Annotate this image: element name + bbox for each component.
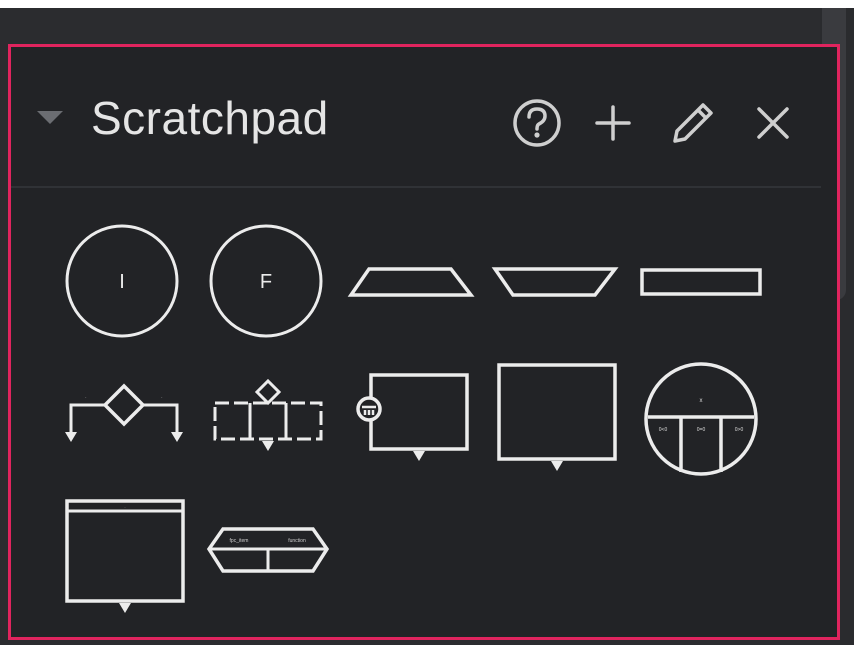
compare-top-label: x bbox=[700, 398, 703, 404]
scratchpad-panel: Scratchpad I F - - x 0<0 0=0 0>0 - fpc_i… bbox=[8, 44, 840, 640]
final-state-circle[interactable]: F bbox=[207, 222, 325, 345]
titled-container-shape[interactable]: - bbox=[63, 497, 187, 620]
trapezoid-shape[interactable] bbox=[347, 265, 477, 304]
top-strip bbox=[0, 0, 854, 8]
svg-text:-: - bbox=[125, 505, 126, 509]
inverted-trapezoid-shape[interactable] bbox=[491, 265, 621, 304]
start-component-box[interactable] bbox=[355, 371, 471, 468]
initial-circle-label: I bbox=[119, 271, 125, 293]
large-box-shape[interactable] bbox=[495, 361, 619, 476]
compare-middle-label: 0=0 bbox=[697, 427, 706, 433]
close-icon[interactable] bbox=[745, 95, 801, 151]
split-hexagon-shape[interactable]: fpc_item function bbox=[205, 525, 331, 588]
three-way-compare-circle[interactable]: x 0<0 0=0 0>0 bbox=[641, 361, 761, 482]
help-icon[interactable] bbox=[509, 95, 565, 151]
final-circle-label: F bbox=[260, 271, 272, 293]
collapse-arrow-icon[interactable] bbox=[35, 107, 65, 127]
bottom-strip bbox=[0, 645, 854, 655]
svg-text:-: - bbox=[161, 394, 163, 399]
panel-title: Scratchpad bbox=[91, 92, 329, 144]
decision-branch-shape[interactable]: - - bbox=[63, 382, 185, 451]
edit-icon[interactable] bbox=[665, 95, 721, 151]
initial-state-circle[interactable]: I bbox=[63, 222, 181, 345]
hexagon-left-label: fpc_item bbox=[230, 538, 249, 544]
add-icon[interactable] bbox=[585, 95, 641, 151]
switch-case-shape[interactable] bbox=[209, 377, 327, 462]
scratchpad-header: Scratchpad bbox=[11, 47, 821, 188]
compare-left-label: 0<0 bbox=[659, 427, 668, 433]
rectangle-shape[interactable] bbox=[639, 267, 763, 302]
svg-text:-: - bbox=[85, 394, 87, 399]
hexagon-right-label: function bbox=[288, 538, 306, 544]
compare-right-label: 0>0 bbox=[735, 427, 744, 433]
